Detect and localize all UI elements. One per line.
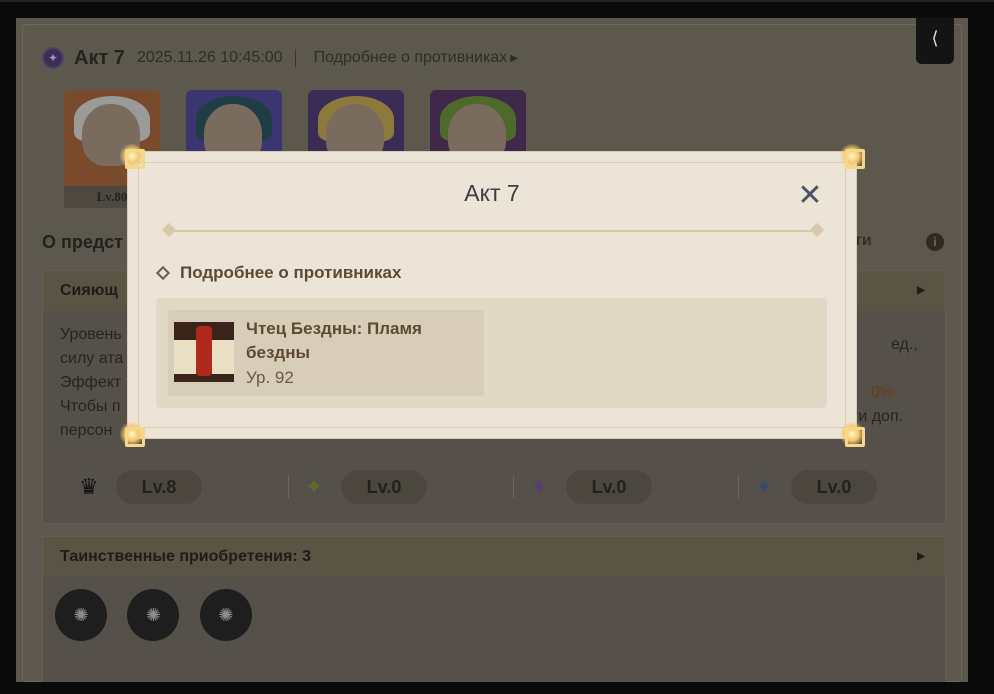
header-separator [294,49,296,67]
acquisitions-panel: Таинственные приобретения: 3 ▶ ✺ ✺ ✺ [42,536,946,682]
top-edge [0,0,994,2]
panel-line: 0%. [871,384,899,401]
enemy-level: Ур. 92 [246,368,294,387]
act-title: Акт 7 [74,46,125,69]
panel-line: ед., [891,336,918,353]
level-pill: Lv.0 [791,470,877,504]
level-pill: Lv.0 [566,470,652,504]
enemy-list: Чтец Бездны: Пламя бездны Ур. 92 [156,298,827,408]
level-pill: Lv.0 [341,470,427,504]
level-pill: Lv.8 [116,470,202,504]
enemy-section-label: Подробнее о противниках [180,263,402,282]
enemy-details-link[interactable]: Подробнее о противниках [314,49,508,67]
enemy-card[interactable]: Чтец Бездны: Пламя бездны Ур. 92 [168,310,484,396]
crown-icon: ♛ [79,474,99,499]
diamond-icon [155,265,171,281]
close-icon: ✕ [797,179,823,212]
corner-ornament [840,144,865,169]
corner-ornament [120,422,145,447]
act-header: ✦ Акт 7 2025.11.26 10:45:00 Подробнее о … [42,46,518,70]
info-icon[interactable]: i [926,233,944,251]
acquisitions-list: ✺ ✺ ✺ [43,577,945,653]
enemy-details-modal: Акт 7 ✕ Подробнее о противниках Чтец Без… [120,144,865,447]
corner-ornament [120,144,145,169]
enemy-name: Чтец Бездны: Пламя бездны [246,319,422,362]
enemy-portrait [174,322,234,382]
chevron-right-icon: ▶ [917,285,925,296]
modal-title: Акт 7 [464,180,520,206]
element-icon: ✦ [754,474,774,499]
element-icon: ✦ [304,474,324,499]
panel-title: Таинственные приобретения: 3 [60,548,311,565]
acquisition-icon[interactable]: ✺ [199,589,252,641]
chevron-right-icon: ▶ [917,551,925,562]
section-title: О предст [42,232,123,252]
acquisition-icon[interactable]: ✺ [55,589,107,641]
act-icon: ✦ [42,47,64,69]
title-divider [161,222,825,238]
chevron-right-icon: ▶ [510,52,518,64]
corner-ornament [840,422,865,447]
panel-right-text: ед., 0%. ти доп. [851,333,918,429]
levels-row: ♛ Lv.8 ✦ Lv.0 ✦ Lv.0 ✦ Lv.0 [76,470,877,504]
act-date: 2025.11.26 10:45:00 [136,49,283,66]
close-button[interactable]: ✕ [794,180,826,212]
share-icon: ⟨ [931,27,939,48]
element-icon: ✦ [529,474,549,499]
acquisition-icon[interactable]: ✺ [127,589,180,641]
acquisitions-panel-header[interactable]: Таинственные приобретения: 3 ▶ [43,537,945,577]
enemy-section-heading: Подробнее о противниках [155,263,402,283]
panel-title: Сияющ [60,282,118,299]
share-button[interactable]: ⟨ [916,18,954,64]
